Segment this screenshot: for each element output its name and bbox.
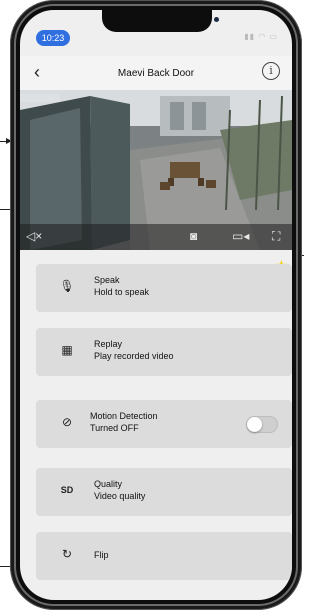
quality-row[interactable]: SD Quality Video quality [36, 468, 292, 516]
camera-icon[interactable]: ◙ [190, 228, 197, 244]
microphone-icon: 🎙 [59, 279, 75, 293]
camera-live-view[interactable]: ◁× ◙ ▭◂ ⛶ [20, 90, 292, 250]
row-title: Flip [94, 550, 109, 560]
motion-off-icon: ⊘ [61, 415, 73, 429]
calendar-replay-icon: ▦ [61, 343, 73, 357]
flip-icon: ↻ [61, 547, 73, 561]
status-time: 10:23 [36, 30, 70, 46]
row-subtitle: Video quality [94, 491, 146, 501]
row-title: Replay [94, 339, 123, 349]
row-title: Motion Detection [90, 411, 158, 421]
video-record-icon[interactable]: ▭◂ [232, 228, 249, 244]
speak-row[interactable]: 🎙 Speak Hold to speak [36, 264, 292, 312]
motion-detection-row: ⊘ Motion Detection Turned OFF [36, 400, 292, 448]
page-title: Maevi Back Door [117, 68, 195, 79]
flip-row[interactable]: ↻ Flip [36, 532, 292, 580]
phone-screen: 10:23 ▮▮ ◠ ▭ ‹ Maevi Back Door i ◁× ◙ ▭◂… [20, 10, 292, 600]
status-icons: ▮▮ ◠ ▭ [244, 32, 278, 41]
row-subtitle: Turned OFF [90, 423, 139, 433]
replay-row[interactable]: ▦ Replay Play recorded video [36, 328, 292, 376]
toggle-knob [247, 417, 262, 432]
header-bar: ‹ Maevi Back Door i [20, 56, 292, 90]
notch [102, 10, 219, 32]
info-icon[interactable]: i [262, 62, 280, 80]
motion-detection-toggle[interactable] [246, 416, 278, 433]
row-subtitle: Play recorded video [94, 351, 174, 361]
row-title: Speak [94, 275, 120, 285]
sd-icon: SD [60, 485, 74, 495]
mute-icon[interactable]: ◁× [26, 228, 42, 244]
front-camera [214, 17, 219, 22]
video-controls-bar: ◁× ◙ ▭◂ ⛶ [20, 224, 292, 250]
fullscreen-icon[interactable]: ⛶ [272, 228, 280, 244]
row-title: Quality [94, 479, 123, 489]
row-subtitle: Hold to speak [94, 287, 150, 297]
